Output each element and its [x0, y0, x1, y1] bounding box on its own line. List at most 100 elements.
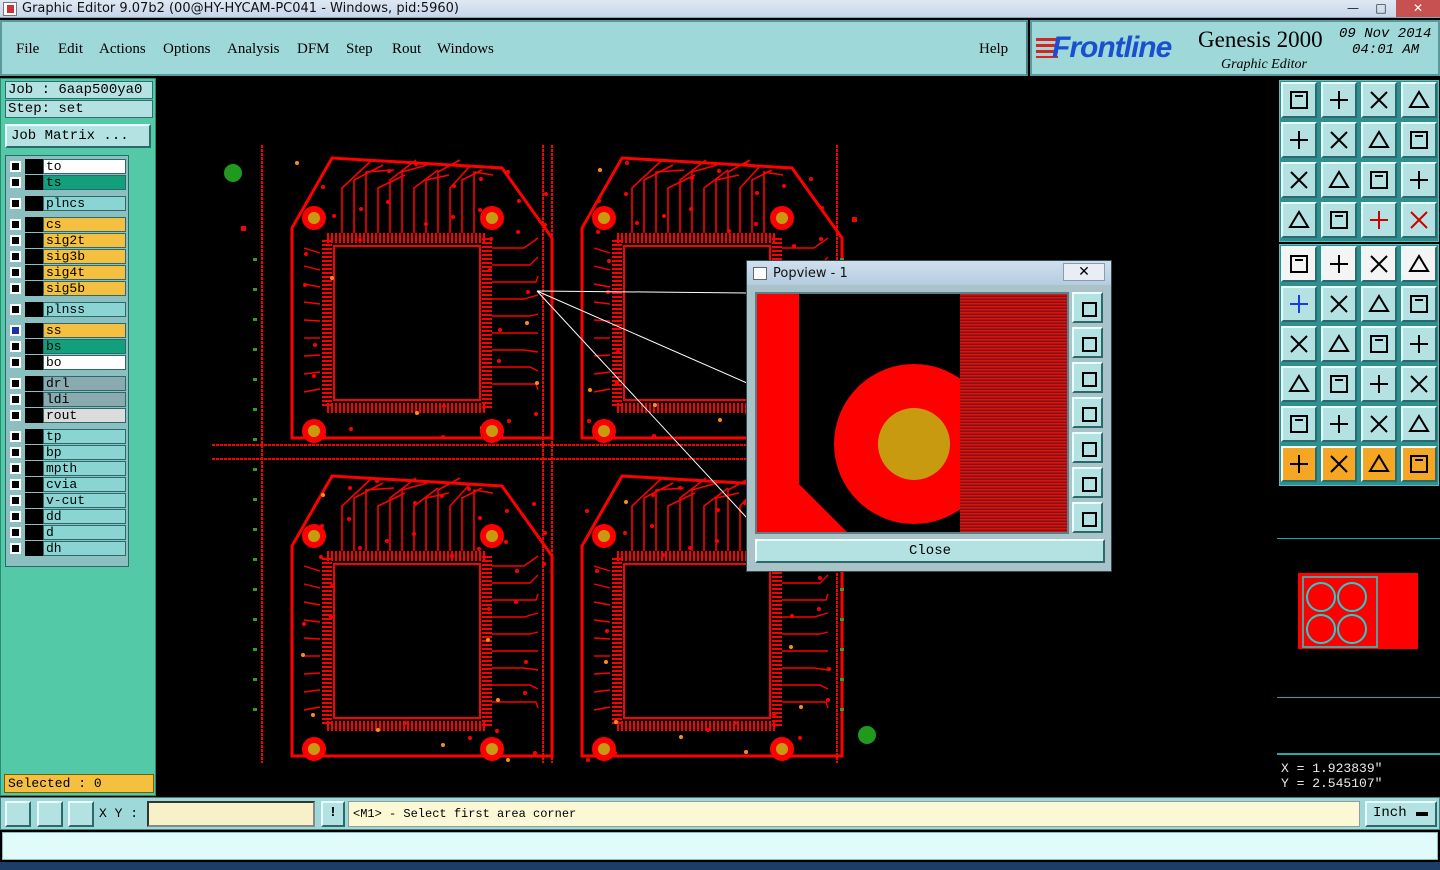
layer-checkbox[interactable]	[10, 410, 21, 421]
ruler-icon[interactable]	[1361, 246, 1397, 282]
layer-name[interactable]: drl	[43, 376, 126, 391]
layer-checkbox[interactable]	[10, 267, 21, 278]
layer-name[interactable]: bp	[43, 445, 126, 460]
exclamation-button[interactable]: !	[321, 801, 345, 827]
layer-name[interactable]: dd	[43, 509, 126, 524]
popview-close-icon[interactable]: ✕	[1063, 263, 1105, 281]
menu-file[interactable]: File	[16, 41, 39, 58]
layer-name[interactable]: sig4t	[43, 265, 126, 280]
redo-view-icon[interactable]	[1321, 122, 1357, 158]
layer-checkbox[interactable]	[10, 394, 21, 405]
layer-row-rout[interactable]: rout	[8, 408, 128, 423]
layer-row-bs[interactable]: bs	[8, 339, 128, 354]
xy-input[interactable]	[147, 801, 315, 827]
layer-name[interactable]: ldi	[43, 392, 126, 407]
pointer-select-icon[interactable]	[1321, 446, 1357, 482]
arc-draw-icon[interactable]	[1361, 326, 1397, 362]
layer-checkbox[interactable]	[10, 357, 21, 368]
panel-overview-map[interactable]	[1277, 538, 1440, 698]
layer-row-tp[interactable]: tp	[8, 429, 128, 444]
popview-pan-down-icon[interactable]	[1072, 362, 1103, 393]
grid-toggle-icon[interactable]	[1321, 202, 1357, 238]
layer-name[interactable]: tp	[43, 429, 126, 444]
open-job-icon[interactable]	[1281, 82, 1317, 118]
minimize-button[interactable]: —	[1340, 0, 1366, 17]
layer-checkbox[interactable]	[10, 198, 21, 209]
zoom-center-icon[interactable]	[1321, 162, 1357, 198]
popview-pan-left-icon[interactable]	[1072, 397, 1103, 428]
grid-snap-icon[interactable]	[68, 801, 94, 827]
layer-name[interactable]: mpth	[43, 461, 126, 476]
triangle-d-icon[interactable]	[1401, 406, 1437, 442]
triangle-c-icon[interactable]	[1361, 406, 1397, 442]
layer-checkbox[interactable]	[10, 304, 21, 315]
layer-row-mpth[interactable]: mpth	[8, 461, 128, 476]
popview-title-bar[interactable]: Popview - 1 ✕	[747, 261, 1111, 285]
maximize-button[interactable]: □	[1368, 0, 1394, 17]
layer-row-cs[interactable]: cs	[8, 217, 128, 232]
text-tool-icon[interactable]	[1401, 326, 1437, 362]
layer-checkbox[interactable]	[10, 495, 21, 506]
layer-stack-icon[interactable]	[1361, 202, 1397, 238]
scale-1-to-2-icon[interactable]	[1361, 162, 1397, 198]
cross-delete-icon[interactable]	[1321, 286, 1357, 322]
layer-checkbox[interactable]	[10, 527, 21, 538]
menu-edit[interactable]: Edit	[58, 41, 83, 58]
layer-name[interactable]: plncs	[43, 196, 126, 211]
popview-pan-up-icon[interactable]	[1072, 327, 1103, 358]
layer-name[interactable]: cvia	[43, 477, 126, 492]
layer-row-ts[interactable]: ts	[8, 175, 128, 190]
window-split-icon[interactable]	[1401, 82, 1437, 118]
layer-checkbox[interactable]	[10, 431, 21, 442]
layer-name[interactable]: v-cut	[43, 493, 126, 508]
popview-pan-right-icon[interactable]	[1072, 432, 1103, 463]
pointer-zoom-icon[interactable]	[1361, 446, 1397, 482]
layer-row-sig5b[interactable]: sig5b	[8, 281, 128, 296]
layer-row-d[interactable]: d	[8, 525, 128, 540]
layer-row-ss[interactable]: ss	[8, 323, 128, 338]
layer-row-sig3b[interactable]: sig3b	[8, 249, 128, 264]
menu-rout[interactable]: Rout	[392, 41, 421, 58]
layer-row-bp[interactable]: bp	[8, 445, 128, 460]
layer-checkbox[interactable]	[10, 511, 21, 522]
layer-checkbox[interactable]	[10, 447, 21, 458]
select-pad-icon[interactable]	[1281, 246, 1317, 282]
measure-icon[interactable]	[37, 801, 63, 827]
layer-row-plncs[interactable]: plncs	[8, 196, 128, 211]
layer-row-v-cut[interactable]: v-cut	[8, 493, 128, 508]
layer-name[interactable]: plnss	[43, 302, 126, 317]
layer-checkbox[interactable]	[10, 235, 21, 246]
popview-zoom-out-icon[interactable]	[1072, 502, 1103, 533]
color-line-icon[interactable]	[1321, 246, 1357, 282]
flip-view-icon[interactable]	[1401, 122, 1437, 158]
triangle-b-icon[interactable]	[1321, 406, 1357, 442]
move-point-icon[interactable]	[1401, 286, 1437, 322]
save-job-icon[interactable]	[1321, 82, 1357, 118]
layer-checkbox[interactable]	[10, 325, 21, 336]
menu-windows[interactable]: Windows	[437, 41, 494, 58]
layer-checkbox[interactable]	[10, 543, 21, 554]
layer-row-cvia[interactable]: cvia	[8, 477, 128, 492]
cut-line-icon[interactable]	[1321, 366, 1357, 402]
layer-row-to[interactable]: to	[8, 159, 128, 174]
layer-checkbox[interactable]	[10, 251, 21, 262]
layer-checkbox[interactable]	[10, 177, 21, 188]
layer-name[interactable]: sig2t	[43, 233, 126, 248]
layer-checkbox[interactable]	[10, 283, 21, 294]
layer-name[interactable]: ss	[43, 323, 126, 338]
layer-checkbox[interactable]	[10, 479, 21, 490]
help-icon[interactable]	[1401, 162, 1437, 198]
popview-zoom-view[interactable]	[755, 292, 1069, 534]
node-connect-icon[interactable]	[1281, 286, 1317, 322]
group-shapes-icon[interactable]	[1401, 366, 1437, 402]
line-draw-icon[interactable]	[1321, 326, 1357, 362]
units-select[interactable]: Inch	[1365, 801, 1437, 827]
layer-row-drl[interactable]: drl	[8, 376, 128, 391]
layer-name[interactable]: sig5b	[43, 281, 126, 296]
add-point-icon[interactable]	[1361, 286, 1397, 322]
layer-checkbox[interactable]	[10, 219, 21, 230]
zoom-fit-icon[interactable]	[1281, 162, 1317, 198]
align-icon[interactable]	[1361, 366, 1397, 402]
layer-checkbox[interactable]	[10, 161, 21, 172]
angle-draw-icon[interactable]	[1281, 326, 1317, 362]
